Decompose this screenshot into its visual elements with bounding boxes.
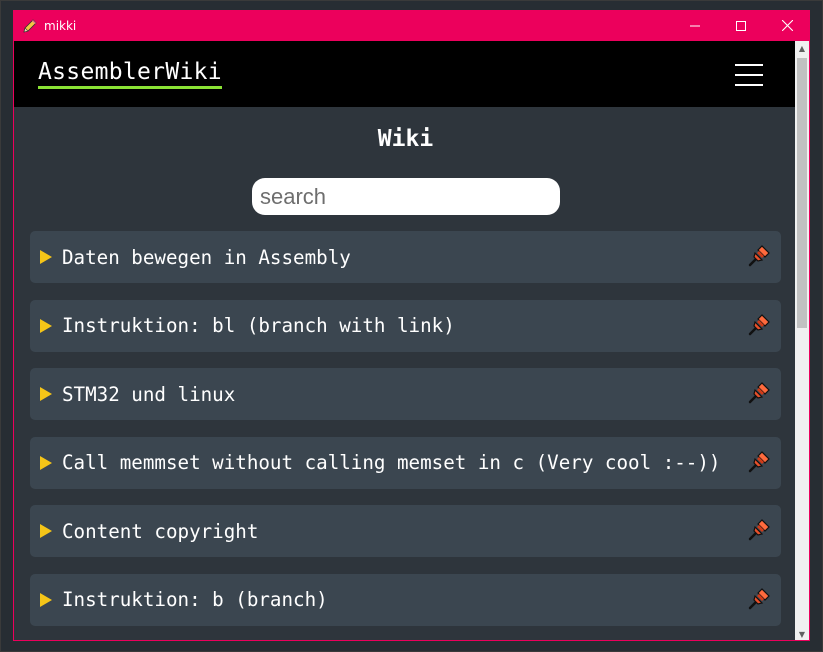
triangle-right-icon[interactable] <box>40 524 52 539</box>
article-title[interactable]: Instruktion: b (branch) <box>62 588 328 611</box>
site-header: AssemblerWiki <box>14 41 797 107</box>
triangle-right-icon[interactable] <box>40 592 52 607</box>
article-item[interactable]: Content copyright <box>30 505 781 558</box>
minimize-icon <box>690 25 700 26</box>
scrollbar-thumb[interactable] <box>797 58 807 328</box>
article-item[interactable]: Instruktion: b (branch) <box>30 573 781 626</box>
vertical-scrollbar[interactable]: ▲ ▼ <box>795 41 809 640</box>
pencil-icon <box>22 18 38 34</box>
article-list: Daten bewegen in Assembly Instruktion: b… <box>30 231 781 640</box>
maximize-button[interactable] <box>718 10 764 41</box>
article-item[interactable]: STM32 und linux <box>30 368 781 421</box>
pushpin-icon[interactable] <box>747 518 771 542</box>
pushpin-icon[interactable] <box>747 381 771 405</box>
article-title[interactable]: Call memmset without calling memset in c… <box>62 451 720 474</box>
triangle-right-icon[interactable] <box>40 318 52 333</box>
page-title: Wiki <box>377 126 434 152</box>
triangle-right-icon[interactable] <box>40 455 52 470</box>
scroll-down-icon[interactable]: ▼ <box>795 627 809 640</box>
window-title: mikki <box>44 18 77 33</box>
article-title[interactable]: Content copyright <box>62 520 258 543</box>
search-input[interactable] <box>252 178 560 215</box>
app-frame: AssemblerWiki Wiki Daten bewegen in Asse… <box>13 41 810 641</box>
article-item[interactable]: Daten bewegen in Assembly <box>30 231 781 283</box>
app-window: mikki AssemblerWiki Wiki search Daten be… <box>0 0 823 652</box>
close-icon <box>781 20 793 31</box>
hamburger-icon[interactable] <box>735 64 763 86</box>
brand-link[interactable]: AssemblerWiki <box>38 59 222 89</box>
triangle-right-icon[interactable] <box>40 250 52 264</box>
article-title[interactable]: STM32 und linux <box>62 383 235 406</box>
triangle-right-icon[interactable] <box>40 387 52 402</box>
pushpin-icon[interactable] <box>747 313 771 337</box>
title-bar[interactable]: mikki <box>13 10 810 41</box>
main-content: Wiki Daten bewegen in Assembly Instrukti… <box>14 107 797 640</box>
article-title[interactable]: Instruktion: bl (branch with link) <box>62 314 455 337</box>
pushpin-icon[interactable] <box>747 244 771 268</box>
article-item[interactable]: Instruktion: bl (branch with link) <box>30 299 781 352</box>
close-button[interactable] <box>764 10 810 41</box>
article-title[interactable]: Daten bewegen in Assembly <box>62 246 351 269</box>
pushpin-icon[interactable] <box>747 587 771 611</box>
pushpin-icon[interactable] <box>747 450 771 474</box>
scroll-up-icon[interactable]: ▲ <box>795 41 809 55</box>
minimize-button[interactable] <box>672 10 718 41</box>
article-item[interactable]: Call memmset without calling memset in c… <box>30 436 781 489</box>
maximize-icon <box>736 20 746 31</box>
